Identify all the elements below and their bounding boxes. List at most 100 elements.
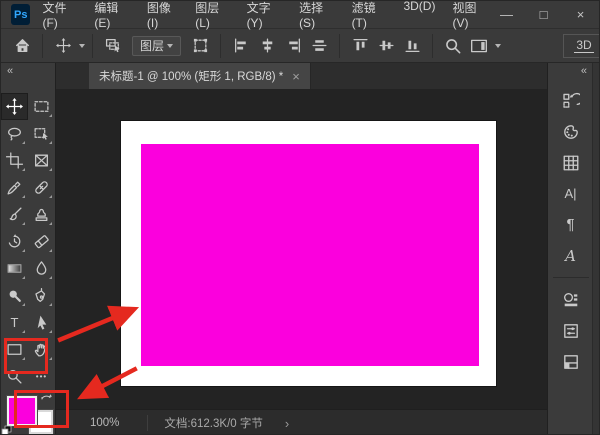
minimize-button[interactable]: —	[488, 1, 525, 28]
auto-select-icon[interactable]	[100, 33, 126, 59]
default-colors-icon[interactable]	[1, 425, 12, 434]
glyphs-glyph: A	[565, 246, 576, 265]
history-panel-icon[interactable]	[556, 85, 586, 116]
tool-frame[interactable]	[28, 147, 55, 174]
distribute-vertical-centers-button[interactable]	[306, 33, 332, 59]
align-bottom-button[interactable]	[399, 33, 425, 59]
separator	[147, 415, 149, 431]
tool-object-selection[interactable]	[28, 120, 55, 147]
menu-select[interactable]: 选择(S)	[299, 1, 335, 30]
maximize-button[interactable]: □	[525, 1, 562, 28]
document-tab[interactable]: 未标题-1 @ 100% (矩形 1, RGB/8) * ×	[89, 63, 311, 89]
edit-toolbar-button[interactable]: •••	[28, 363, 55, 390]
swatches-panel-icon[interactable]	[556, 147, 586, 178]
tool-type[interactable]: T	[1, 309, 28, 336]
more-icon: •••	[35, 372, 48, 381]
magenta-rectangle-shape[interactable]	[141, 144, 479, 366]
window-controls: — □ ×	[488, 1, 599, 28]
tool-path-select[interactable]	[28, 309, 55, 336]
close-button[interactable]: ×	[562, 1, 599, 28]
3d-mode-button[interactable]: 3D	[563, 33, 599, 58]
align-center-horizontal-button[interactable]	[254, 33, 280, 59]
tools-panel: « T •••	[1, 63, 56, 434]
color-panel-icon[interactable]	[556, 116, 586, 147]
divider	[552, 277, 589, 278]
tool-clone-stamp[interactable]	[28, 201, 55, 228]
search-icon[interactable]	[440, 33, 466, 59]
photoshop-window: Ps 文件(F) 编辑(E) 图像(I) 图层(L) 文字(Y) 选择(S) 滤…	[0, 0, 600, 435]
separator	[42, 33, 43, 58]
tool-move[interactable]	[1, 93, 28, 120]
document-size-info: 文档:612.3K/0 字节	[164, 418, 263, 430]
chevron-down-icon	[167, 43, 174, 48]
menu-image[interactable]: 图像(I)	[147, 1, 178, 30]
separator	[220, 33, 222, 58]
paragraph-panel-icon[interactable]: ¶	[556, 209, 586, 240]
layer-target-label: 图层	[140, 39, 165, 53]
tool-history-brush[interactable]	[1, 228, 28, 255]
tab-close-icon[interactable]: ×	[292, 69, 300, 84]
move-tool-option-icon[interactable]	[50, 33, 76, 59]
tool-eraser[interactable]	[28, 228, 55, 255]
color-swatches	[1, 392, 56, 434]
3d-mode-label: 3D	[574, 38, 594, 53]
status-bar: 100% 文档:612.3K/0 字节 ›	[56, 409, 547, 434]
libraries-panel-icon[interactable]	[556, 284, 586, 315]
tool-pen[interactable]	[28, 282, 55, 309]
zoom-level-field[interactable]: 100%	[90, 417, 119, 429]
menu-layer[interactable]: 图层(L)	[195, 1, 229, 30]
tool-marquee[interactable]	[28, 93, 55, 120]
tool-brush[interactable]	[1, 201, 28, 228]
tool-hand[interactable]	[28, 336, 55, 363]
photoshop-logo: Ps	[11, 4, 31, 25]
dock-edge	[592, 63, 599, 434]
panel-dock: « A| ¶ A	[547, 63, 599, 434]
menu-bar: Ps 文件(F) 编辑(E) 图像(I) 图层(L) 文字(Y) 选择(S) 滤…	[1, 1, 599, 30]
separator	[92, 33, 93, 58]
tool-preset-chevron-icon[interactable]	[79, 43, 85, 48]
align-right-button[interactable]	[280, 33, 306, 59]
tool-blur[interactable]	[28, 255, 55, 282]
foreground-color-swatch[interactable]	[7, 396, 37, 426]
layer-target-dropdown[interactable]: 图层	[132, 35, 182, 56]
align-middle-vertical-button[interactable]	[373, 33, 399, 59]
document-canvas[interactable]	[121, 121, 496, 386]
menu-edit[interactable]: 编辑(E)	[94, 1, 130, 30]
status-options-chevron[interactable]: ›	[285, 416, 289, 431]
tool-gradient[interactable]	[1, 255, 28, 282]
menu-type[interactable]: 文字(Y)	[247, 1, 283, 30]
properties-panel-icon[interactable]	[556, 315, 586, 346]
canvas-pasteboard[interactable]	[56, 89, 547, 409]
separator	[432, 33, 434, 58]
menu-filter[interactable]: 滤镜(T)	[352, 1, 387, 30]
tool-lasso[interactable]	[1, 120, 28, 147]
tool-options-bar: 图层 3D	[1, 29, 599, 63]
align-left-button[interactable]	[228, 33, 254, 59]
home-button[interactable]	[9, 33, 35, 59]
tool-zoom[interactable]	[1, 363, 28, 390]
character-glyph: A|	[564, 186, 577, 201]
menu-view[interactable]: 视图(V)	[452, 1, 488, 30]
layers-panel-icon[interactable]	[556, 346, 586, 377]
document-tab-title: 未标题-1 @ 100% (矩形 1, RGB/8) *	[99, 71, 284, 83]
menu-file[interactable]: 文件(F)	[42, 1, 77, 30]
paragraph-glyph: ¶	[566, 216, 575, 233]
tool-rectangle[interactable]	[1, 336, 28, 363]
swap-colors-icon[interactable]	[40, 393, 53, 403]
tool-dodge[interactable]	[1, 282, 28, 309]
tool-spot-healing[interactable]	[28, 174, 55, 201]
workspace-switcher-icon[interactable]	[466, 33, 492, 59]
tool-eyedropper[interactable]	[1, 174, 28, 201]
main-menus: 文件(F) 编辑(E) 图像(I) 图层(L) 文字(Y) 选择(S) 滤镜(T…	[42, 1, 488, 30]
glyphs-panel-icon[interactable]: A	[556, 240, 586, 271]
transform-controls-toggle[interactable]	[187, 33, 213, 59]
workspace-chevron-icon[interactable]	[495, 43, 502, 48]
collapse-toolbar-button[interactable]: «	[1, 63, 55, 79]
tool-crop[interactable]	[1, 147, 28, 174]
character-panel-icon[interactable]: A|	[556, 178, 586, 209]
menu-3d[interactable]: 3D(D)	[403, 1, 435, 30]
type-tool-glyph: T	[10, 315, 19, 330]
separator	[339, 33, 341, 58]
document-tab-bar: 未标题-1 @ 100% (矩形 1, RGB/8) * ×	[56, 63, 547, 89]
align-top-button[interactable]	[347, 33, 373, 59]
